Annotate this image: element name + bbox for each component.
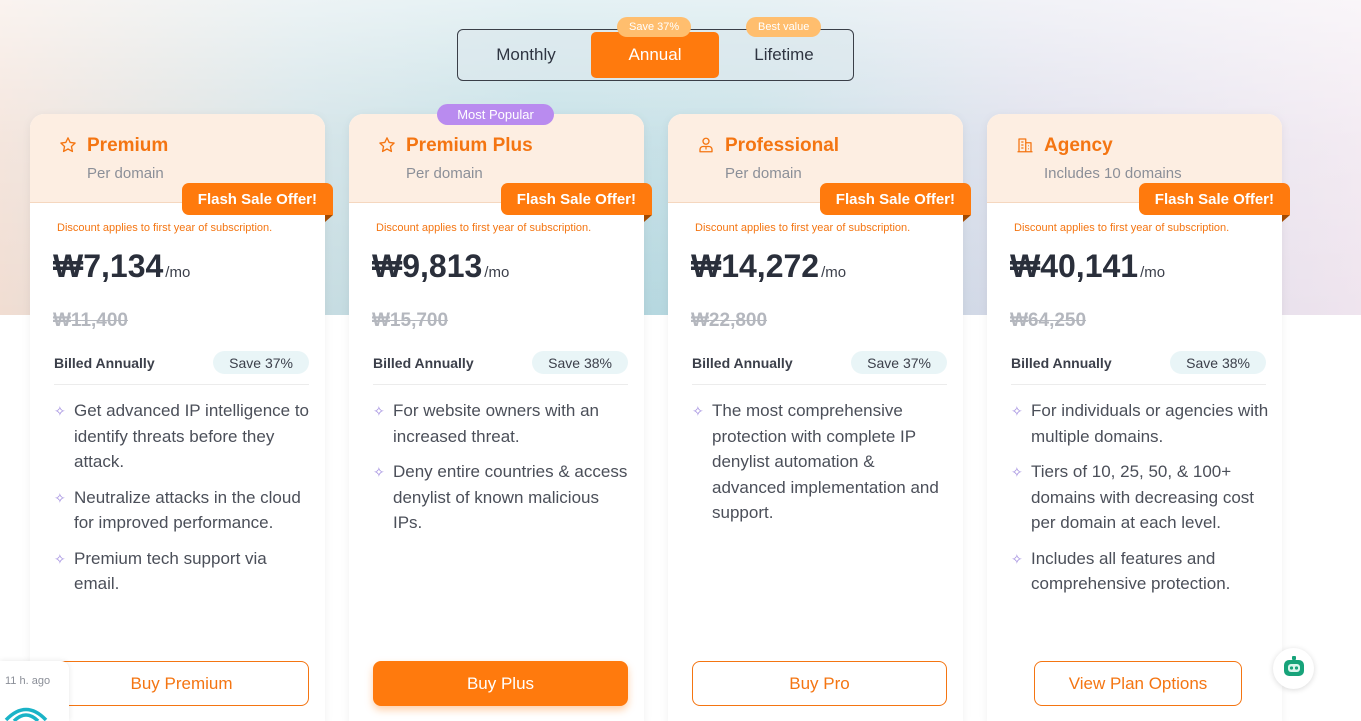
most-popular-badge: Most Popular — [437, 104, 554, 125]
plan-subtitle: Includes 10 domains — [1044, 165, 1182, 182]
save-badge: Save 37% — [851, 351, 947, 374]
plan-subtitle: Per domain — [725, 165, 802, 182]
wifi-icon — [4, 705, 48, 721]
tab-annual[interactable]: Annual — [591, 32, 719, 78]
tab-lifetime[interactable]: Lifetime — [720, 32, 848, 78]
price-period: /mo — [484, 264, 510, 281]
discount-note: Discount applies to first year of subscr… — [1014, 222, 1230, 234]
plan-price: ₩40,141/mo — [1010, 248, 1165, 285]
sparkle-icon: ✧ — [54, 550, 66, 567]
feature-item: ✧ Premium tech support via email. — [54, 548, 267, 594]
feature-item: ✧ Tiers of 10, 25, 50, & 100+ domains wit… — [1011, 462, 1255, 532]
billing-label: Billed Annually — [54, 355, 155, 371]
person-icon — [696, 135, 716, 155]
divider — [373, 384, 628, 385]
plan-price: ₩7,134/mo — [53, 248, 190, 285]
original-price: ₩11,400 — [53, 310, 128, 331]
plan-price: ₩14,272/mo — [691, 248, 846, 285]
lifetime-best-value-badge: Best value — [746, 17, 822, 37]
sparkle-icon: ✧ — [54, 403, 66, 419]
help-assistant-button[interactable] — [1273, 648, 1314, 689]
plan-card-professional: Professional Per domain Flash Sale Offer… — [668, 114, 972, 721]
feature-list: ✧ For individuals or agencies with multip… — [1011, 398, 1270, 607]
billing-period-toggle: Monthly Annual Lifetime Save 37% Best va… — [457, 17, 854, 81]
feature-item: ✧ The most comprehensive protection with … — [692, 401, 939, 522]
sparkle-icon: ✧ — [1011, 464, 1023, 480]
buy-pro-button[interactable]: Buy Pro — [692, 661, 947, 706]
billing-label: Billed Annually — [692, 355, 793, 371]
plan-subtitle: Per domain — [87, 165, 164, 182]
divider — [54, 384, 309, 385]
sparkle-icon: ✧ — [373, 403, 385, 419]
save-badge: Save 37% — [213, 351, 309, 374]
flash-sale-badge: Flash Sale Offer! — [181, 183, 334, 222]
feature-item: ✧ Neutralize attacks in the cloud for imp… — [54, 487, 301, 533]
plan-subtitle: Per domain — [406, 165, 483, 182]
buy-plus-button[interactable]: Buy Plus — [373, 661, 628, 706]
original-price: ₩22,800 — [691, 310, 768, 331]
price-period: /mo — [165, 264, 191, 281]
feature-item: ✧ For website owners with an increased th… — [373, 401, 599, 446]
price-period: /mo — [821, 264, 847, 281]
original-price: ₩15,700 — [372, 310, 449, 331]
flash-sale-badge: Flash Sale Offer! — [819, 183, 972, 222]
plan-name: Premium — [87, 135, 169, 156]
billing-label: Billed Annually — [1011, 355, 1112, 371]
tab-monthly[interactable]: Monthly — [462, 32, 590, 78]
price-period: /mo — [1140, 264, 1166, 281]
feature-item: ✧ For individuals or agencies with multip… — [1011, 401, 1269, 446]
price-amount: ₩14,272 — [691, 248, 820, 284]
buy-premium-button[interactable]: Buy Premium — [54, 661, 309, 706]
save-badge: Save 38% — [532, 351, 628, 374]
original-price: ₩64,250 — [1010, 310, 1087, 331]
plan-card-header: Premium Plus Per domain Flash Sale Offer… — [349, 114, 653, 222]
sparkle-icon: ✧ — [373, 464, 385, 480]
plan-card-header: Professional Per domain Flash Sale Offer… — [668, 114, 972, 222]
plan-card-header: Agency Includes 10 domains Flash Sale Of… — [987, 114, 1291, 222]
discount-note: Discount applies to first year of subscr… — [376, 222, 592, 234]
plan-card-premium: Premium Per domain Flash Sale Offer! Dis… — [30, 114, 334, 721]
plan-card-premium-plus: Premium Plus Per domain Flash Sale Offer… — [349, 114, 653, 721]
chat-timestamp: 11 h. ago — [5, 675, 51, 687]
feature-list: ✧ The most comprehensive protection with … — [692, 398, 951, 536]
price-amount: ₩9,813 — [372, 248, 483, 284]
feature-item: ✧ Get advanced IP intelligence to identif… — [54, 401, 310, 471]
plan-name: Premium Plus — [406, 135, 533, 156]
divider — [692, 384, 947, 385]
annual-save-badge: Save 37% — [617, 17, 692, 37]
save-badge: Save 38% — [1170, 351, 1266, 374]
price-amount: ₩40,141 — [1010, 248, 1139, 284]
feature-list: ✧ Get advanced IP intelligence to identif… — [54, 398, 313, 607]
feature-item: ✧ Includes all features and comprehensive… — [1011, 548, 1231, 594]
star-icon — [377, 135, 397, 155]
price-amount: ₩7,134 — [53, 248, 164, 284]
sparkle-icon: ✧ — [1011, 403, 1023, 419]
feature-list: ✧ For website owners with an increased th… — [373, 398, 632, 546]
plan-card-header: Premium Per domain Flash Sale Offer! — [30, 114, 334, 222]
plan-name: Professional — [725, 135, 840, 156]
flash-sale-badge: Flash Sale Offer! — [500, 183, 653, 222]
plan-name: Agency — [1044, 135, 1113, 156]
sparkle-icon: ✧ — [1011, 550, 1023, 567]
chat-widget[interactable]: 11 h. ago — [0, 661, 69, 721]
sparkle-icon: ✧ — [692, 403, 704, 419]
discount-note: Discount applies to first year of subscr… — [57, 222, 273, 234]
building-icon — [1015, 135, 1035, 155]
discount-note: Discount applies to first year of subscr… — [695, 222, 911, 234]
plan-price: ₩9,813/mo — [372, 248, 509, 285]
flash-sale-badge: Flash Sale Offer! — [1138, 183, 1291, 222]
feature-item: ✧ Deny entire countries & access denylist… — [373, 462, 628, 532]
star-icon — [58, 135, 78, 155]
billing-label: Billed Annually — [373, 355, 474, 371]
divider — [1011, 384, 1266, 385]
sparkle-icon: ✧ — [54, 489, 66, 506]
view-plan-options-button[interactable]: View Plan Options — [1034, 661, 1242, 706]
plan-card-agency: Agency Includes 10 domains Flash Sale Of… — [987, 114, 1291, 721]
robot-icon — [1281, 654, 1307, 684]
